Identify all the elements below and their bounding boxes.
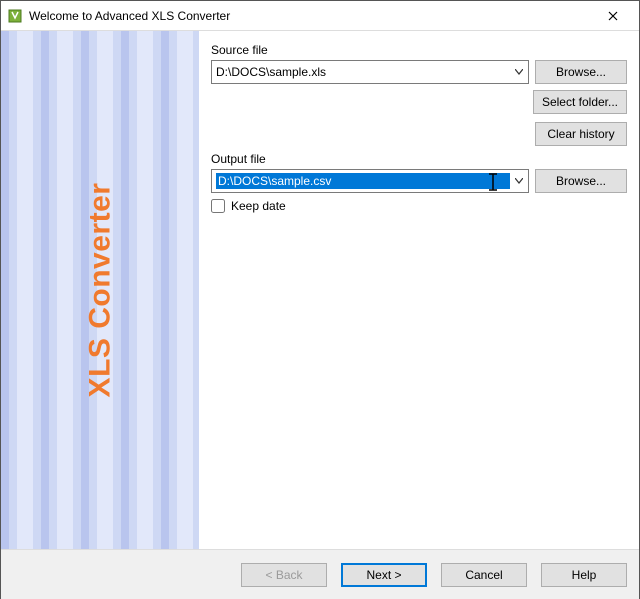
wizard-content: XLS Converter Source file D:\DOCS\sample… <box>1 31 639 549</box>
source-file-input[interactable]: D:\DOCS\sample.xls <box>211 60 529 84</box>
source-file-label: Source file <box>211 43 627 57</box>
window-title: Welcome to Advanced XLS Converter <box>29 9 593 23</box>
output-file-label: Output file <box>211 152 627 166</box>
sidebar-brand: XLS Converter <box>83 183 117 398</box>
keep-date-label: Keep date <box>231 199 286 213</box>
wizard-footer: < Back Next > Cancel Help <box>1 549 639 599</box>
source-browse-button[interactable]: Browse... <box>535 60 627 84</box>
titlebar: Welcome to Advanced XLS Converter <box>1 1 639 31</box>
cancel-button[interactable]: Cancel <box>441 563 527 587</box>
chevron-down-icon[interactable] <box>510 61 528 83</box>
chevron-down-icon[interactable] <box>510 170 528 192</box>
source-file-value: D:\DOCS\sample.xls <box>216 65 510 79</box>
clear-history-button[interactable]: Clear history <box>535 122 627 146</box>
output-file-value: D:\DOCS\sample.csv <box>216 173 510 189</box>
close-button[interactable] <box>593 2 633 30</box>
wizard-sidebar: XLS Converter <box>1 31 199 549</box>
select-folder-button[interactable]: Select folder... <box>533 90 627 114</box>
help-button[interactable]: Help <box>541 563 627 587</box>
output-file-input[interactable]: D:\DOCS\sample.csv <box>211 169 529 193</box>
output-browse-button[interactable]: Browse... <box>535 169 627 193</box>
app-icon <box>7 8 23 24</box>
back-button: < Back <box>241 563 327 587</box>
keep-date-checkbox[interactable] <box>211 199 225 213</box>
wizard-main: Source file D:\DOCS\sample.xls Browse...… <box>199 31 639 549</box>
next-button[interactable]: Next > <box>341 563 427 587</box>
